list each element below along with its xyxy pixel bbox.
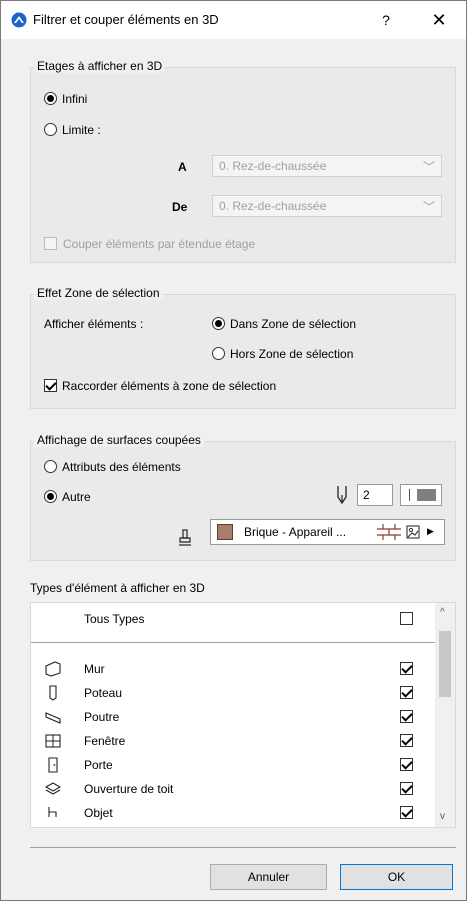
a-label: A [178, 160, 187, 174]
a-storey-select[interactable]: 0. Rez-de-chaussée ﹀ [212, 155, 442, 177]
chevron-down-icon: ﹀ [422, 160, 435, 174]
list-item-checkbox[interactable] [400, 662, 413, 675]
limite-radio[interactable] [44, 123, 57, 136]
pen-color-button[interactable] [400, 484, 442, 506]
list-item[interactable]: Fenêtre [31, 729, 435, 753]
hors-zone-radio[interactable] [212, 347, 225, 360]
etages-group-title: Etages à afficher en 3D [34, 59, 166, 73]
element-types-list[interactable]: Tous Types Mur Poteau Poutre Fenêtre Por… [30, 602, 456, 828]
fill-color-swatch [217, 524, 233, 540]
scroll-thumb[interactable] [439, 631, 451, 697]
de-storey-value: 0. Rez-de-chaussée [219, 199, 327, 213]
list-item[interactable]: Porte [31, 753, 435, 777]
list-item-checkbox[interactable] [400, 686, 413, 699]
de-label: De [172, 200, 188, 214]
list-item-label: Ouverture de toit [84, 782, 174, 796]
door-icon [48, 757, 58, 773]
infini-label: Infini [62, 92, 88, 106]
autre-label: Autre [62, 490, 91, 504]
list-item-label: Fenêtre [84, 734, 126, 748]
afficher-label: Afficher éléments : [44, 317, 144, 331]
beam-icon [45, 712, 61, 724]
list-item-checkbox[interactable] [400, 806, 413, 819]
title-bar: Filtrer et couper éléments en 3D ? ✕ [1, 1, 466, 39]
list-item-checkbox[interactable] [400, 734, 413, 747]
column-icon [49, 685, 57, 701]
dialog-window: Filtrer et couper éléments en 3D ? ✕ Eta… [0, 0, 467, 901]
list-item[interactable]: Poutre [31, 705, 435, 729]
image-preview-icon [406, 525, 420, 539]
a-storey-value: 0. Rez-de-chaussée [219, 159, 327, 173]
raccorder-label: Raccorder éléments à zone de sélection [62, 379, 277, 393]
fill-brush-icon [179, 529, 191, 546]
popup-arrow-icon: ▶ [427, 526, 434, 536]
help-button[interactable]: ? [375, 9, 397, 31]
list-item-checkbox[interactable] [400, 710, 413, 723]
pen-icon [337, 486, 347, 505]
zone-group: Effet Zone de sélection Afficher élément… [30, 286, 456, 409]
list-item-all-types[interactable]: Tous Types [31, 607, 435, 631]
fill-name: Brique - Appareil ... [244, 525, 347, 539]
couper-label: Couper éléments par étendue étage [63, 237, 256, 251]
scroll-down-arrow-icon[interactable]: v [440, 811, 445, 822]
window-icon [45, 734, 61, 748]
close-button[interactable]: ✕ [427, 9, 451, 31]
list-item-label: Porte [84, 758, 113, 772]
infini-radio[interactable] [44, 92, 57, 105]
all-types-checkbox[interactable] [400, 612, 413, 625]
list-item[interactable]: Ouverture de toit [31, 777, 435, 801]
list-scrollbar[interactable]: ^ v [435, 603, 455, 827]
raccorder-checkbox[interactable] [44, 379, 57, 392]
couper-checkbox[interactable] [44, 237, 57, 250]
dans-zone-label: Dans Zone de sélection [230, 317, 357, 331]
types-section-label: Types d'élément à afficher en 3D [30, 581, 205, 595]
list-item[interactable]: Mur [31, 657, 435, 681]
pen-number-value: 2 [363, 488, 370, 502]
pen-number-field[interactable]: 2 [357, 484, 393, 506]
hors-zone-label: Hors Zone de sélection [230, 347, 354, 361]
list-item-label: Poteau [84, 686, 123, 700]
skylight-icon [45, 782, 61, 795]
attributs-label: Attributs des éléments [62, 460, 181, 474]
zone-group-title: Effet Zone de sélection [34, 286, 163, 300]
autre-radio[interactable] [44, 490, 57, 503]
dans-zone-radio[interactable] [212, 317, 225, 330]
wall-icon [45, 661, 61, 677]
object-icon [48, 807, 57, 817]
cut-fill-selector[interactable]: Brique - Appareil ... ▶ [210, 519, 445, 545]
list-item-label: Mur [84, 662, 105, 676]
scroll-up-arrow-icon[interactable]: ^ [440, 607, 445, 618]
pen-separator-icon [409, 489, 410, 501]
list-item[interactable]: Objet [31, 801, 435, 825]
chevron-down-icon: ﹀ [422, 200, 435, 214]
list-item-checkbox[interactable] [400, 782, 413, 795]
list-item-checkbox[interactable] [400, 758, 413, 771]
pen-color-swatch-icon [417, 489, 436, 501]
surfaces-group-title: Affichage de surfaces coupées [34, 433, 204, 447]
list-header-divider [31, 642, 445, 643]
archicad-app-icon [11, 12, 27, 28]
ok-button[interactable]: OK [340, 864, 453, 890]
all-types-label: Tous Types [84, 612, 145, 626]
list-item[interactable]: Poteau [31, 681, 435, 705]
etages-group: Etages à afficher en 3D Infini Limite : … [30, 59, 456, 263]
cancel-button[interactable]: Annuler [210, 864, 327, 890]
de-storey-select[interactable]: 0. Rez-de-chaussée ﹀ [212, 195, 442, 217]
limite-label: Limite : [62, 123, 101, 137]
footer-divider [30, 847, 456, 848]
list-item-label: Objet [84, 806, 113, 820]
attributs-radio[interactable] [44, 460, 57, 473]
brick-pattern-icon [377, 524, 401, 540]
list-item-label: Poutre [84, 710, 120, 724]
dialog-title: Filtrer et couper éléments en 3D [33, 12, 219, 27]
